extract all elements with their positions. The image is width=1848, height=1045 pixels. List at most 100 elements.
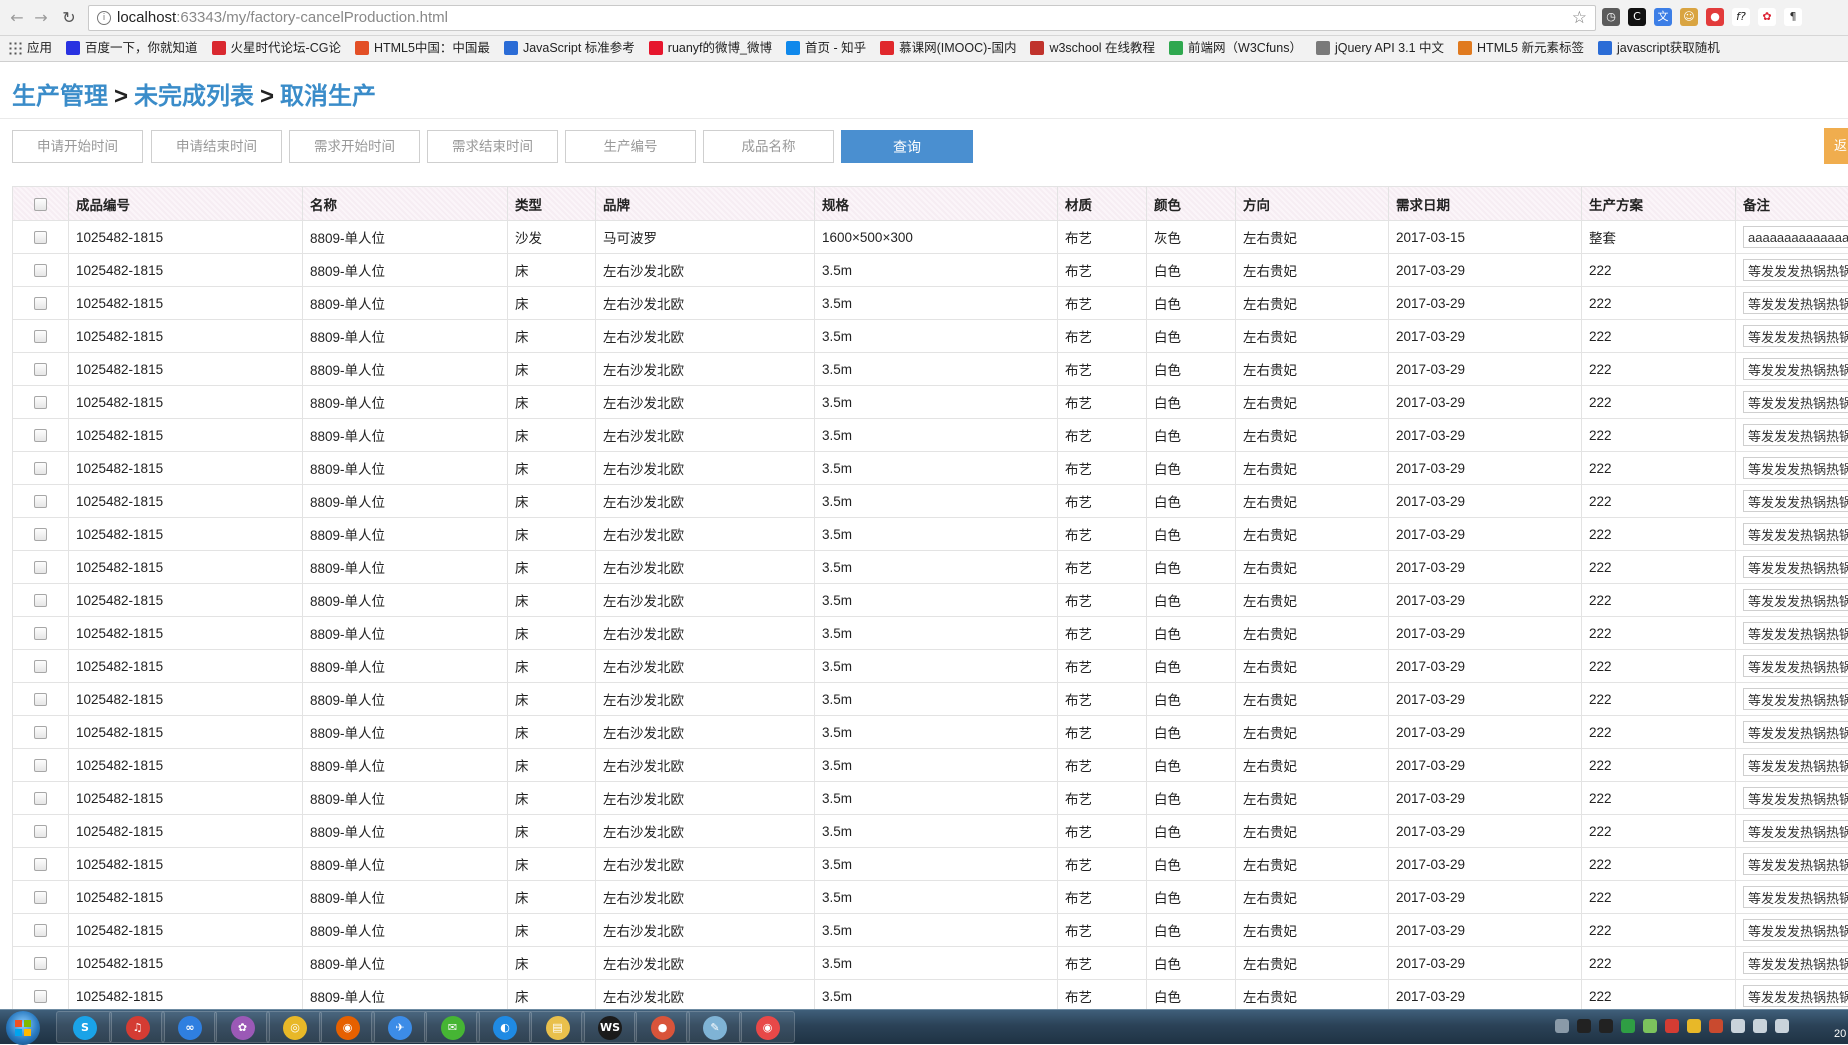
bookmark-item[interactable]: 慕课网(IMOOC)-国内: [880, 36, 1016, 61]
note-input[interactable]: [1743, 952, 1848, 974]
forward-arrow-icon[interactable]: →: [30, 7, 52, 29]
chrome-tray-icon[interactable]: [1687, 1019, 1701, 1033]
note-input[interactable]: [1743, 985, 1848, 1007]
note-input[interactable]: [1743, 919, 1848, 941]
note-input[interactable]: [1743, 391, 1848, 413]
security-tray-icon[interactable]: [1621, 1019, 1635, 1033]
note-input[interactable]: [1743, 754, 1848, 776]
bookmark-item[interactable]: HTML5 新元素标签: [1458, 36, 1584, 61]
bookmark-item[interactable]: jQuery API 3.1 中文: [1316, 36, 1444, 61]
taskbar-app[interactable]: ◐: [476, 1011, 532, 1043]
bookmark-item[interactable]: HTML5中国：中国最: [355, 36, 490, 61]
row-checkbox[interactable]: [34, 660, 47, 673]
note-input[interactable]: [1743, 853, 1848, 875]
demand-end-time-input[interactable]: [427, 130, 558, 163]
row-checkbox[interactable]: [34, 429, 47, 442]
taskbar-app[interactable]: ◎: [266, 1011, 322, 1043]
breadcrumb-production-management[interactable]: 生产管理: [12, 83, 108, 110]
taskbar-app[interactable]: ∞: [161, 1011, 217, 1043]
note-input[interactable]: [1743, 523, 1848, 545]
row-checkbox-cell[interactable]: [13, 551, 69, 584]
bookmark-item[interactable]: 火星时代论坛-CG论: [212, 36, 341, 61]
row-checkbox[interactable]: [34, 363, 47, 376]
row-checkbox[interactable]: [34, 792, 47, 805]
row-checkbox-cell[interactable]: [13, 254, 69, 287]
row-checkbox-cell[interactable]: [13, 320, 69, 353]
music-tray-icon[interactable]: [1665, 1019, 1679, 1033]
row-checkbox-cell[interactable]: [13, 584, 69, 617]
orange-action-button[interactable]: 返: [1824, 128, 1848, 164]
row-checkbox[interactable]: [34, 297, 47, 310]
apply-start-time-input[interactable]: [12, 130, 143, 163]
taskbar-app[interactable]: ✎: [686, 1011, 742, 1043]
row-checkbox-cell[interactable]: [13, 815, 69, 848]
row-checkbox-cell[interactable]: [13, 782, 69, 815]
reload-icon[interactable]: ↻: [58, 7, 80, 29]
face-extension-icon[interactable]: ☺: [1680, 8, 1698, 26]
note-input[interactable]: [1743, 424, 1848, 446]
row-checkbox-cell[interactable]: [13, 287, 69, 320]
taskbar-app[interactable]: ✉: [424, 1011, 480, 1043]
row-checkbox[interactable]: [34, 627, 47, 640]
bookmark-item[interactable]: 首页 - 知乎: [786, 36, 866, 61]
row-checkbox-cell[interactable]: [13, 881, 69, 914]
taskbar-app[interactable]: ◉: [739, 1011, 795, 1043]
breadcrumb-unfinished-list[interactable]: 未完成列表: [134, 83, 254, 110]
bookmark-star-icon[interactable]: ☆: [1572, 6, 1587, 30]
address-bar[interactable]: i localhost:63343/my/factory-cancelProdu…: [88, 5, 1596, 31]
record-extension-icon[interactable]: ●: [1706, 8, 1724, 26]
row-checkbox[interactable]: [34, 495, 47, 508]
row-checkbox[interactable]: [34, 858, 47, 871]
taskbar-app[interactable]: ▤: [529, 1011, 585, 1043]
input-method-tray-icon[interactable]: [1709, 1019, 1723, 1033]
csdn-extension-icon[interactable]: C: [1628, 8, 1646, 26]
site-info-icon[interactable]: i: [97, 11, 111, 25]
taskbar-app[interactable]: S: [56, 1011, 112, 1043]
note-input[interactable]: [1743, 292, 1848, 314]
row-checkbox-cell[interactable]: [13, 617, 69, 650]
row-checkbox[interactable]: [34, 759, 47, 772]
row-checkbox[interactable]: [34, 726, 47, 739]
row-checkbox-cell[interactable]: [13, 683, 69, 716]
row-checkbox[interactable]: [34, 330, 47, 343]
taskbar-app[interactable]: ◉: [319, 1011, 375, 1043]
taskbar-app[interactable]: WS: [581, 1011, 637, 1043]
row-checkbox-cell[interactable]: [13, 386, 69, 419]
start-button[interactable]: [6, 1011, 40, 1045]
note-input[interactable]: [1743, 655, 1848, 677]
row-checkbox[interactable]: [34, 990, 47, 1003]
note-input[interactable]: [1743, 787, 1848, 809]
row-checkbox-cell[interactable]: [13, 914, 69, 947]
note-input[interactable]: [1743, 358, 1848, 380]
sync-extension-icon[interactable]: ◷: [1602, 8, 1620, 26]
note-input[interactable]: [1743, 259, 1848, 281]
bookmark-item[interactable]: ruanyf的微博_微博: [649, 36, 772, 61]
row-checkbox-cell[interactable]: [13, 452, 69, 485]
clock[interactable]: 20: [1834, 1028, 1846, 1040]
keyboard-tray-icon[interactable]: [1555, 1019, 1569, 1033]
production-no-input[interactable]: [565, 130, 696, 163]
row-checkbox[interactable]: [34, 528, 47, 541]
row-checkbox-cell[interactable]: [13, 848, 69, 881]
row-checkbox[interactable]: [34, 264, 47, 277]
row-checkbox-cell[interactable]: [13, 518, 69, 551]
taskbar-app[interactable]: ●: [634, 1011, 690, 1043]
qq-tray-icon[interactable]: [1577, 1019, 1591, 1033]
row-checkbox[interactable]: [34, 561, 47, 574]
note-input[interactable]: [1743, 556, 1848, 578]
product-name-input[interactable]: [703, 130, 834, 163]
row-checkbox[interactable]: [34, 825, 47, 838]
demand-start-time-input[interactable]: [289, 130, 420, 163]
note-input[interactable]: [1743, 226, 1848, 248]
row-checkbox-cell[interactable]: [13, 419, 69, 452]
search-button[interactable]: 查询: [841, 130, 973, 163]
row-checkbox[interactable]: [34, 891, 47, 904]
note-input[interactable]: [1743, 622, 1848, 644]
apply-end-time-input[interactable]: [151, 130, 282, 163]
bookmark-item[interactable]: 应用: [8, 36, 52, 61]
bookmark-item[interactable]: w3school 在线教程: [1030, 36, 1155, 61]
back-arrow-icon[interactable]: ←: [6, 7, 28, 29]
note-input[interactable]: [1743, 589, 1848, 611]
function-extension-icon[interactable]: f?: [1732, 8, 1750, 26]
row-checkbox-cell[interactable]: [13, 749, 69, 782]
